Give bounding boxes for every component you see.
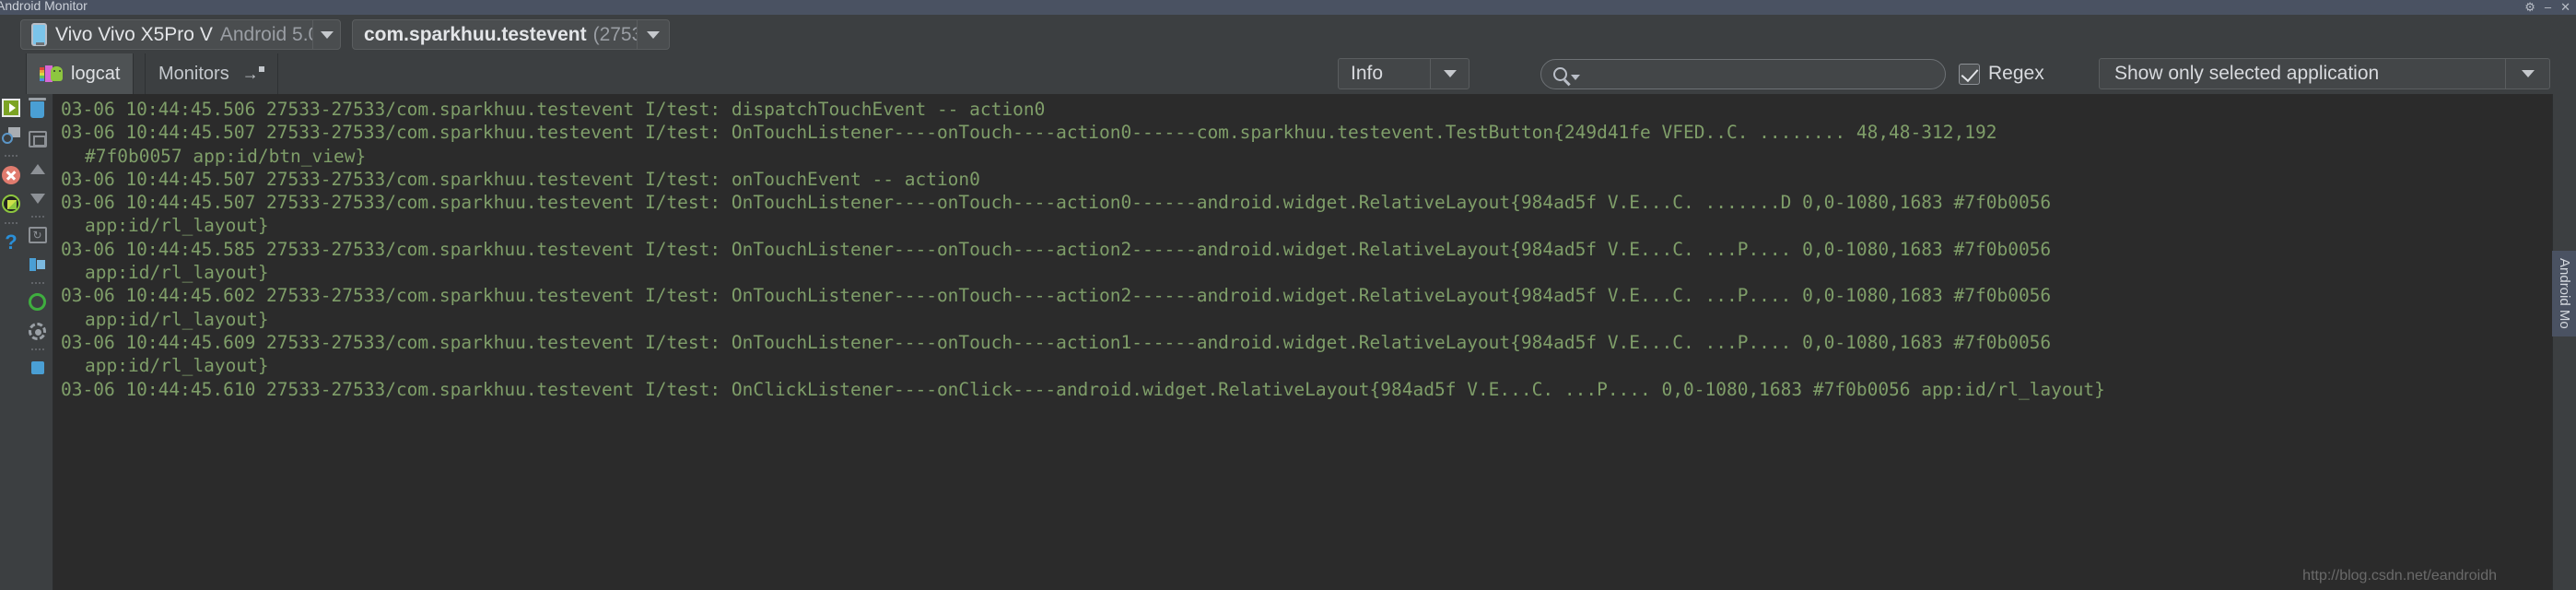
scroll-to-end-icon[interactable]: [26, 127, 50, 151]
android-monitor-vertical-tab[interactable]: Android Mo: [2552, 251, 2576, 336]
regex-toggle[interactable]: Regex: [1959, 63, 2044, 85]
logcat-side-toolbar: ↻: [22, 94, 53, 590]
process-pid: (27533): [592, 23, 637, 45]
process-selector-text: com.sparkhuu.testevent (27533): [353, 24, 637, 46]
log-line: 03-06 10:44:45.585 27533-27533/com.spark…: [61, 238, 2052, 260]
export-icon[interactable]: [26, 253, 50, 277]
log-line: 03-06 10:44:45.507 27533-27533/com.spark…: [61, 168, 980, 190]
rail-separator: [4, 222, 18, 224]
log-line: app:id/rl_layout}: [85, 215, 269, 237]
device-dropdown-button[interactable]: [312, 20, 340, 49]
minimize-icon[interactable]: –: [2545, 0, 2551, 15]
search-input[interactable]: [1580, 64, 1945, 85]
scope-filter-dropdown-button[interactable]: [2505, 59, 2549, 88]
rail-separator: [29, 348, 45, 350]
package-icon[interactable]: [1, 194, 21, 214]
device-selector[interactable]: Vivo Vivo X5Pro V Android 5.0.2, API 21: [20, 19, 341, 50]
log-level-value: Info: [1351, 63, 1384, 84]
log-line: app:id/rl_layout}: [85, 262, 269, 284]
chevron-down-icon: [1443, 70, 1457, 77]
logcat-scrollbar[interactable]: [2552, 94, 2576, 590]
device-selector-text: Vivo Vivo X5Pro V Android 5.0.2, API 21: [55, 24, 312, 46]
log-line: #7f0b0057 app:id/btn_view}: [85, 145, 367, 167]
device-api: Android 5.0.2, API 21: [219, 23, 312, 45]
device-process-toolbar: Vivo Vivo X5Pro V Android 5.0.2, API 21 …: [0, 15, 2576, 53]
logcat-output[interactable]: 03-06 10:44:45.506 27533-27533/com.spark…: [53, 94, 2552, 590]
scope-filter-selector[interactable]: Show only selected application: [2099, 58, 2550, 89]
left-rail-top-spacer: [0, 53, 26, 94]
right-tool-rail: Android Mo: [2552, 94, 2576, 590]
log-line: 03-06 10:44:45.602 27533-27533/com.spark…: [61, 285, 2052, 307]
close-icon[interactable]: ✕: [2560, 0, 2570, 15]
rail-separator: [4, 155, 18, 157]
window-controls: ⚙ – ✕: [2524, 0, 2570, 15]
log-line: 03-06 10:44:45.610 27533-27533/com.spark…: [61, 378, 2105, 400]
chevron-down-icon: [2521, 70, 2535, 77]
search-box[interactable]: [1540, 59, 1946, 89]
restart-icon[interactable]: ↻: [26, 223, 50, 247]
gear-icon[interactable]: ⚙: [2524, 0, 2535, 15]
left-outer-toolbar: ?: [0, 94, 22, 590]
chevron-down-icon: [646, 30, 660, 39]
log-line-list: 03-06 10:44:45.506 27533-27533/com.spark…: [61, 98, 2552, 401]
tab-logcat-label: logcat: [71, 63, 121, 84]
layout-inspector-icon[interactable]: [1, 126, 21, 147]
regex-label: Regex: [1988, 63, 2044, 84]
device-name: Vivo Vivo X5Pro V: [55, 23, 213, 45]
chevron-down-icon[interactable]: [1571, 74, 1580, 80]
scope-filter-value: Show only selected application: [2114, 63, 2380, 84]
log-line: app:id/rl_layout}: [85, 308, 269, 330]
arrow-right-icon: →: [242, 65, 264, 84]
phone-icon: [31, 23, 47, 46]
process-name: com.sparkhuu.testevent: [364, 23, 587, 45]
run-icon[interactable]: [1, 98, 21, 118]
log-level-selector[interactable]: Info: [1338, 58, 1469, 89]
settings-icon[interactable]: [26, 319, 50, 343]
regex-checkbox[interactable]: [1959, 63, 1980, 85]
log-line: 03-06 10:44:45.609 27533-27533/com.spark…: [61, 331, 2052, 353]
trash-icon[interactable]: [26, 98, 50, 122]
process-selector[interactable]: com.sparkhuu.testevent (27533): [352, 19, 670, 50]
move-down-icon[interactable]: [26, 186, 50, 210]
rail-separator: [29, 282, 45, 284]
watermark-text: http://blog.csdn.net/eandroidh: [2302, 568, 2497, 584]
tab-monitors[interactable]: Monitors →: [145, 53, 278, 94]
window-title-bar: Android Monitor ⚙ – ✕: [0, 0, 2576, 15]
tab-and-filter-row: logcat Monitors → Info Regex Show only s…: [0, 53, 2576, 94]
terminate-icon[interactable]: [1, 165, 21, 185]
log-level-dropdown-button[interactable]: [1430, 59, 1469, 88]
search-icon: [1553, 67, 1567, 81]
window-title: Android Monitor: [0, 0, 88, 13]
tab-monitors-label: Monitors: [158, 63, 229, 84]
chevron-down-icon: [320, 30, 334, 39]
log-line: 03-06 10:44:45.507 27533-27533/com.spark…: [61, 192, 2052, 214]
screenshot-icon[interactable]: [26, 356, 50, 380]
rail-separator: [29, 216, 45, 218]
log-line: 03-06 10:44:45.507 27533-27533/com.spark…: [61, 122, 1997, 144]
android-logcat-icon: [40, 64, 64, 84]
help-icon[interactable]: ?: [1, 232, 21, 253]
move-up-icon[interactable]: [26, 157, 50, 181]
log-line: 03-06 10:44:45.506 27533-27533/com.spark…: [61, 99, 1046, 120]
process-dropdown-button[interactable]: [636, 20, 669, 49]
log-line: app:id/rl_layout}: [85, 355, 269, 377]
record-icon[interactable]: [26, 289, 50, 313]
tab-logcat[interactable]: logcat: [26, 53, 135, 94]
